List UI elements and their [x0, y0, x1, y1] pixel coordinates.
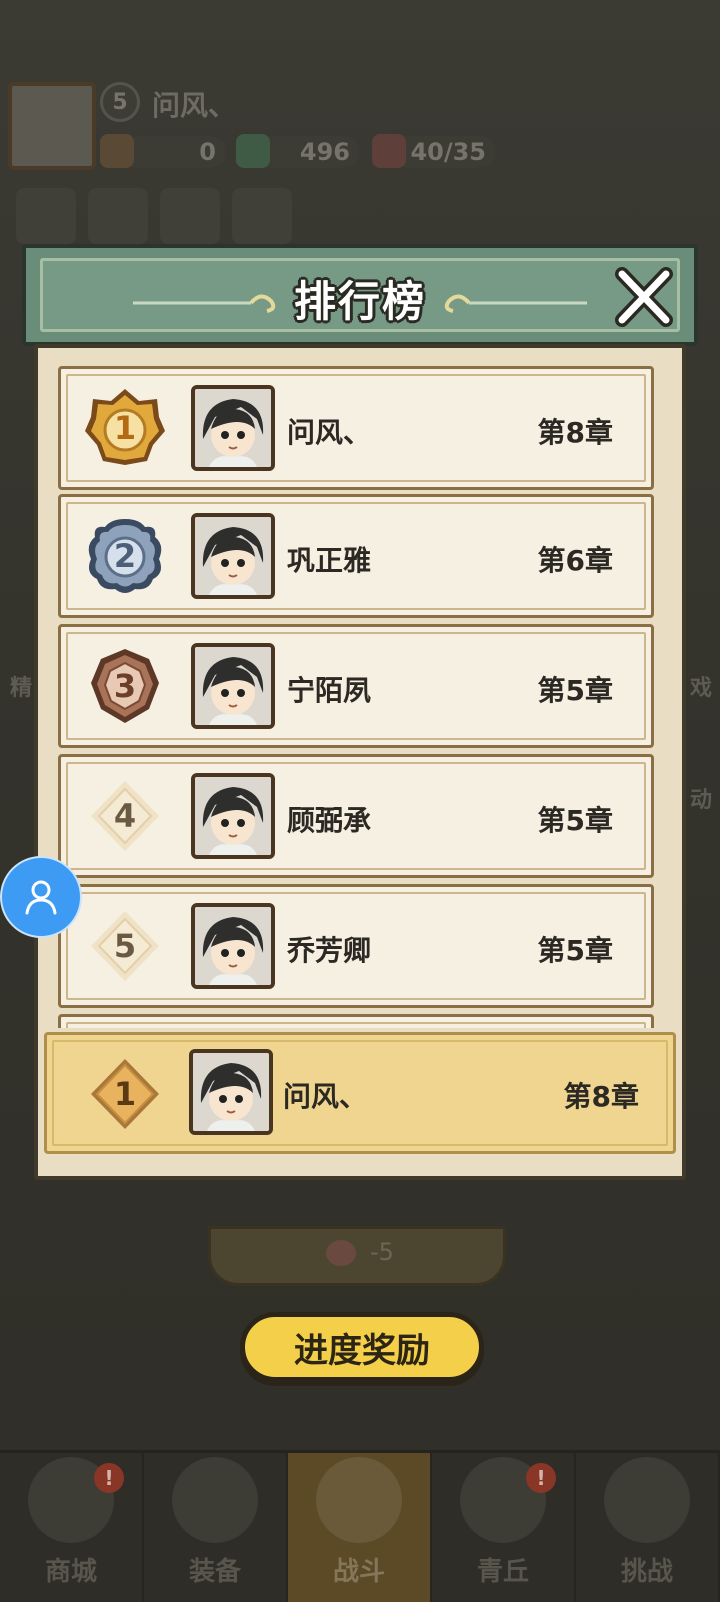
rank-number: 4 — [113, 797, 137, 835]
leaderboard-row[interactable]: 1 问风、 第8章 — [58, 366, 654, 490]
challenge-orb-icon — [604, 1457, 690, 1543]
nav-tab-qingqiu[interactable]: ! 青丘 — [432, 1453, 576, 1602]
floating-assistant-button[interactable] — [0, 856, 82, 938]
avatar — [191, 773, 275, 859]
crossed-swords-icon — [316, 1457, 402, 1543]
notes-button[interactable] — [16, 188, 76, 244]
player-portrait-icon — [195, 907, 271, 985]
bronze-medal: 3 — [83, 645, 167, 727]
player-portrait-icon — [193, 1053, 269, 1131]
chapter-progress: 第5章 — [537, 804, 613, 837]
chapter-progress: 第5章 — [537, 674, 613, 707]
player-name: 巩正雅 — [287, 544, 372, 577]
my-rank-diamond: 1 — [83, 1053, 167, 1135]
rank-diamond: 5 — [83, 905, 167, 987]
peach-value: 40/35 — [410, 138, 486, 166]
leaderboard-title: 排行榜 — [293, 277, 426, 326]
nav-label: 挑战 — [620, 1557, 673, 1587]
chapter-progress: 第5章 — [537, 934, 613, 967]
avatar — [189, 1049, 273, 1135]
leaderboard-row-partial[interactable] — [58, 1014, 654, 1028]
rank-diamond: 4 — [83, 775, 167, 857]
leaderboard-list[interactable]: 1 问风、 第8章 2 巩正雅 第6章 3 宁陌夙 第5章 4 顾弼承 第5章 … — [58, 366, 654, 1028]
leaderboard-row[interactable]: 2 巩正雅 第6章 — [58, 494, 654, 618]
leaderboard-row[interactable]: 3 宁陌夙 第5章 — [58, 624, 654, 748]
leaderboard-row[interactable]: 4 顾弼承 第5章 — [58, 754, 654, 878]
player-name: 乔芳卿 — [287, 934, 372, 967]
rank-number: 3 — [113, 667, 137, 705]
avatar — [191, 643, 275, 729]
alert-badge: ! — [94, 1463, 124, 1493]
leaderboard-modal: 排行榜 1 问风、 第8章 2 巩正雅 第6章 3 宁陌夙 第5章 4 顾弼承 … — [22, 244, 698, 1238]
player-name: 问风、 — [287, 416, 372, 449]
nav-label: 商城 — [44, 1557, 97, 1587]
player-name: 顾弼承 — [287, 804, 372, 837]
helmet-icon — [172, 1457, 258, 1543]
nav-tab-battle[interactable]: 战斗 — [288, 1453, 432, 1602]
peach-energy-icon[interactable] — [372, 134, 406, 168]
nav-tab-equipment[interactable]: 装备 — [144, 1453, 288, 1602]
chapter-progress: 第8章 — [563, 1080, 639, 1113]
silver-medal: 2 — [83, 515, 167, 597]
stats-button[interactable] — [88, 188, 148, 244]
progress-reward-button[interactable]: 进度奖励 — [240, 1312, 484, 1382]
close-icon[interactable] — [612, 266, 676, 330]
settings-button[interactable] — [160, 188, 220, 244]
coin-value: 0 — [199, 138, 216, 166]
chapter-progress: 第8章 — [537, 416, 613, 449]
player-portrait-icon — [195, 517, 271, 595]
chapter-progress: 第6章 — [537, 544, 613, 577]
jade-dragon-icon[interactable] — [236, 134, 270, 168]
avatar — [191, 385, 275, 471]
rank-number: 5 — [113, 927, 137, 965]
player-name: 问风、 — [283, 1080, 368, 1113]
player-portrait-icon — [195, 777, 271, 855]
rank-number: 1 — [113, 1075, 137, 1113]
jade-value: 496 — [299, 138, 350, 166]
avatar — [191, 513, 275, 599]
friends-button[interactable] — [232, 188, 292, 244]
player-portrait-icon — [195, 647, 271, 725]
nav-label: 青丘 — [476, 1557, 529, 1587]
player-name: 宁陌夙 — [287, 674, 372, 707]
my-rank-row: 1 问风、 第8章 — [44, 1032, 676, 1154]
nav-tab-shop[interactable]: ! 商城 — [0, 1453, 144, 1602]
player-avatar[interactable] — [8, 82, 96, 170]
alert-badge: ! — [526, 1463, 556, 1493]
nav-label: 战斗 — [332, 1557, 385, 1587]
player-name: 问风、 — [152, 89, 237, 122]
jade-counter: 496 — [256, 136, 360, 168]
modal-header: 排行榜 — [22, 244, 698, 346]
peach-icon — [326, 1240, 356, 1266]
rank-number: 1 — [113, 409, 137, 447]
bottom-nav: ! 商城 装备 战斗 ! 青丘 挑战 — [0, 1450, 720, 1602]
player-level-badge: 5 — [100, 82, 140, 122]
avatar — [191, 903, 275, 989]
leaderboard-row[interactable]: 5 乔芳卿 第5章 — [58, 884, 654, 1008]
rank-number: 2 — [113, 537, 137, 575]
user-icon — [25, 880, 57, 915]
nav-tab-challenge[interactable]: 挑战 — [576, 1453, 720, 1602]
progress-cost: -5 — [370, 1238, 394, 1266]
nav-label: 装备 — [188, 1557, 241, 1587]
gold-medal: 1 — [83, 387, 167, 469]
peach-counter: 40/35 — [392, 136, 496, 168]
coin-counter: 0 — [122, 136, 226, 168]
coin-bag-icon[interactable] — [100, 134, 134, 168]
player-portrait-icon — [195, 389, 271, 467]
